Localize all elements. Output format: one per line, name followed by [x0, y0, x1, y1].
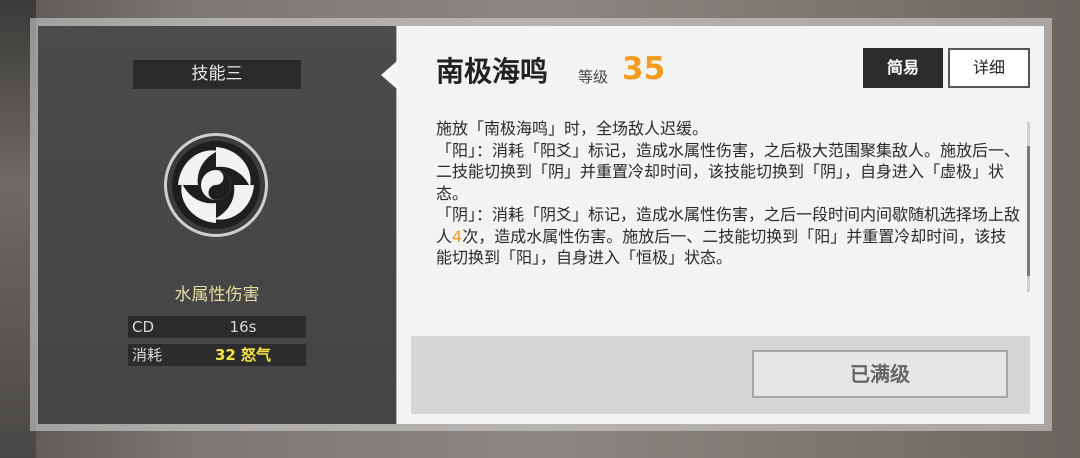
simple-view-button[interactable]: 简易 [863, 48, 943, 88]
skill-name: 南极海鸣 [436, 55, 549, 88]
pointer-notch [381, 61, 397, 89]
cooldown-row: CD 16s [128, 316, 306, 338]
level-label: 等级 [578, 68, 609, 86]
cost-row: 消耗 32 怒气 [128, 344, 306, 366]
cooldown-label: CD [132, 318, 155, 336]
max-level-button[interactable]: 已满级 [752, 350, 1008, 398]
cooldown-value: 16s [229, 318, 257, 336]
cost-value: 32 怒气 [214, 346, 272, 364]
level-value: 35 [622, 51, 666, 87]
skill-slot-label: 技能三 [133, 60, 301, 89]
description-scroll-thumb[interactable] [1027, 146, 1030, 276]
skill-info-card: 南极海鸣 等级 35 简易 详细 施放「南极海鸣」时，全场敌人迟缓。 「阳」：消… [397, 26, 1044, 424]
yin-yang-swirl-icon [164, 133, 268, 237]
cost-label: 消耗 [132, 346, 163, 364]
skill-detail-popup: 技能三 水属性伤害 CD 16s 消耗 32 怒气 南极海鸣 等级 35 简易 … [38, 26, 1044, 424]
skill-summary-card: 技能三 水属性伤害 CD 16s 消耗 32 怒气 [38, 26, 396, 424]
detail-view-button[interactable]: 详细 [948, 48, 1030, 88]
skill-description[interactable]: 施放「南极海鸣」时，全场敌人迟缓。 「阳」：消耗「阳爻」标记，造成水属性伤害，之… [436, 118, 1022, 290]
damage-type-label: 水属性伤害 [174, 285, 260, 305]
hit-count-highlight: 4 [452, 226, 463, 246]
description-text-cont: 次，造成水属性伤害。施放后一、二技能切换到「阳」并重置冷却时间，该技能切换到「阳… [436, 226, 1007, 268]
